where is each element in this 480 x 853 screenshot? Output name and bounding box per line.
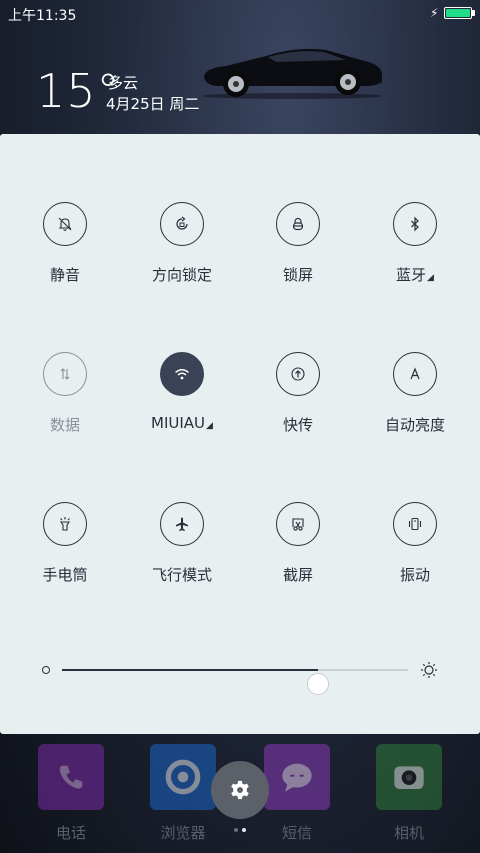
camera-icon: [376, 744, 442, 810]
car-image: [202, 48, 382, 99]
phone-icon: [38, 744, 104, 810]
tile-screenshot[interactable]: 截屏: [238, 502, 358, 602]
tile-silent[interactable]: 静音: [5, 202, 125, 302]
tile-wifi[interactable]: MIUIAU◢: [122, 352, 242, 452]
tile-label: 快传: [282, 416, 313, 434]
status-time: 上午11:35: [8, 8, 77, 24]
brightness-low-icon: [42, 666, 50, 674]
tile-label: 截屏: [282, 566, 313, 584]
tile-rotation-lock[interactable]: 方向锁定: [122, 202, 242, 302]
tile-label: 蓝牙◢: [396, 266, 434, 284]
page-indicator-dot-active: [242, 828, 246, 832]
dock-app-phone[interactable]: 电话: [38, 744, 104, 843]
tile-label: 飞行模式: [151, 566, 212, 584]
quick-settings-panel: 静音 方向锁定 锁屏 蓝牙◢ 数据 MIUIAU◢ 快传 自动亮度 手电筒 飞行…: [0, 134, 480, 734]
rotation-lock-icon: [160, 202, 204, 246]
tile-bluetooth[interactable]: 蓝牙◢: [355, 202, 475, 302]
dock-app-messages[interactable]: 短信: [264, 744, 330, 843]
message-icon: [264, 744, 330, 810]
charging-icon: ⚡: [430, 6, 439, 20]
quick-transfer-icon: [276, 352, 320, 396]
brightness-track[interactable]: [62, 669, 408, 695]
auto-brightness-icon: [393, 352, 437, 396]
dock-app-label: 相机: [393, 824, 424, 842]
dock-app-label: 短信: [281, 824, 312, 842]
tile-label: 振动: [399, 566, 430, 584]
bluetooth-icon: [393, 202, 437, 246]
tile-mobile-data[interactable]: 数据: [5, 352, 125, 452]
battery-icon: [444, 7, 472, 19]
expand-triangle-icon: ◢: [206, 421, 213, 431]
battery-tip: [472, 10, 475, 16]
expand-triangle-icon: ◢: [427, 273, 434, 283]
lock-icon: [276, 202, 320, 246]
weather-condition: 多云: [108, 74, 139, 92]
weather-date: 4月25日 周二: [106, 95, 200, 113]
airplane-icon: [160, 502, 204, 546]
brightness-high-icon: [421, 662, 437, 678]
gear-icon: [231, 780, 249, 800]
tile-flashlight[interactable]: 手电筒: [5, 502, 125, 602]
tile-auto-brightness[interactable]: 自动亮度: [355, 352, 475, 452]
screenshot-icon: [276, 502, 320, 546]
dock-app-label: 浏览器: [160, 824, 206, 842]
browser-icon: [150, 744, 216, 810]
bell-off-icon: [43, 202, 87, 246]
dock-app-browser[interactable]: 浏览器: [150, 744, 216, 843]
tile-label: 自动亮度: [384, 416, 445, 434]
dock-app-camera[interactable]: 相机: [376, 744, 442, 843]
page-indicator-dot: [234, 828, 238, 832]
tile-label: 数据: [49, 416, 80, 434]
tile-label: 手电筒: [42, 566, 88, 584]
tile-quick-transfer[interactable]: 快传: [238, 352, 358, 452]
brightness-slider[interactable]: [0, 654, 480, 695]
settings-button[interactable]: [211, 761, 269, 819]
tile-label: MIUIAU◢: [151, 414, 213, 432]
wifi-icon: [160, 352, 204, 396]
brightness-thumb[interactable]: [307, 673, 329, 695]
brightness-track-fill: [62, 669, 318, 671]
vibrate-icon: [393, 502, 437, 546]
tile-label: 方向锁定: [151, 266, 212, 284]
tile-lock-screen[interactable]: 锁屏: [238, 202, 358, 302]
dock-app-label: 电话: [55, 824, 86, 842]
mobile-data-icon: [43, 352, 87, 396]
tile-label: 静音: [49, 266, 80, 284]
tile-vibrate[interactable]: 振动: [355, 502, 475, 602]
tile-label: 锁屏: [282, 266, 313, 284]
tile-airplane-mode[interactable]: 飞行模式: [122, 502, 242, 602]
flashlight-icon: [43, 502, 87, 546]
status-bar: 上午11:35 ⚡: [0, 0, 480, 28]
